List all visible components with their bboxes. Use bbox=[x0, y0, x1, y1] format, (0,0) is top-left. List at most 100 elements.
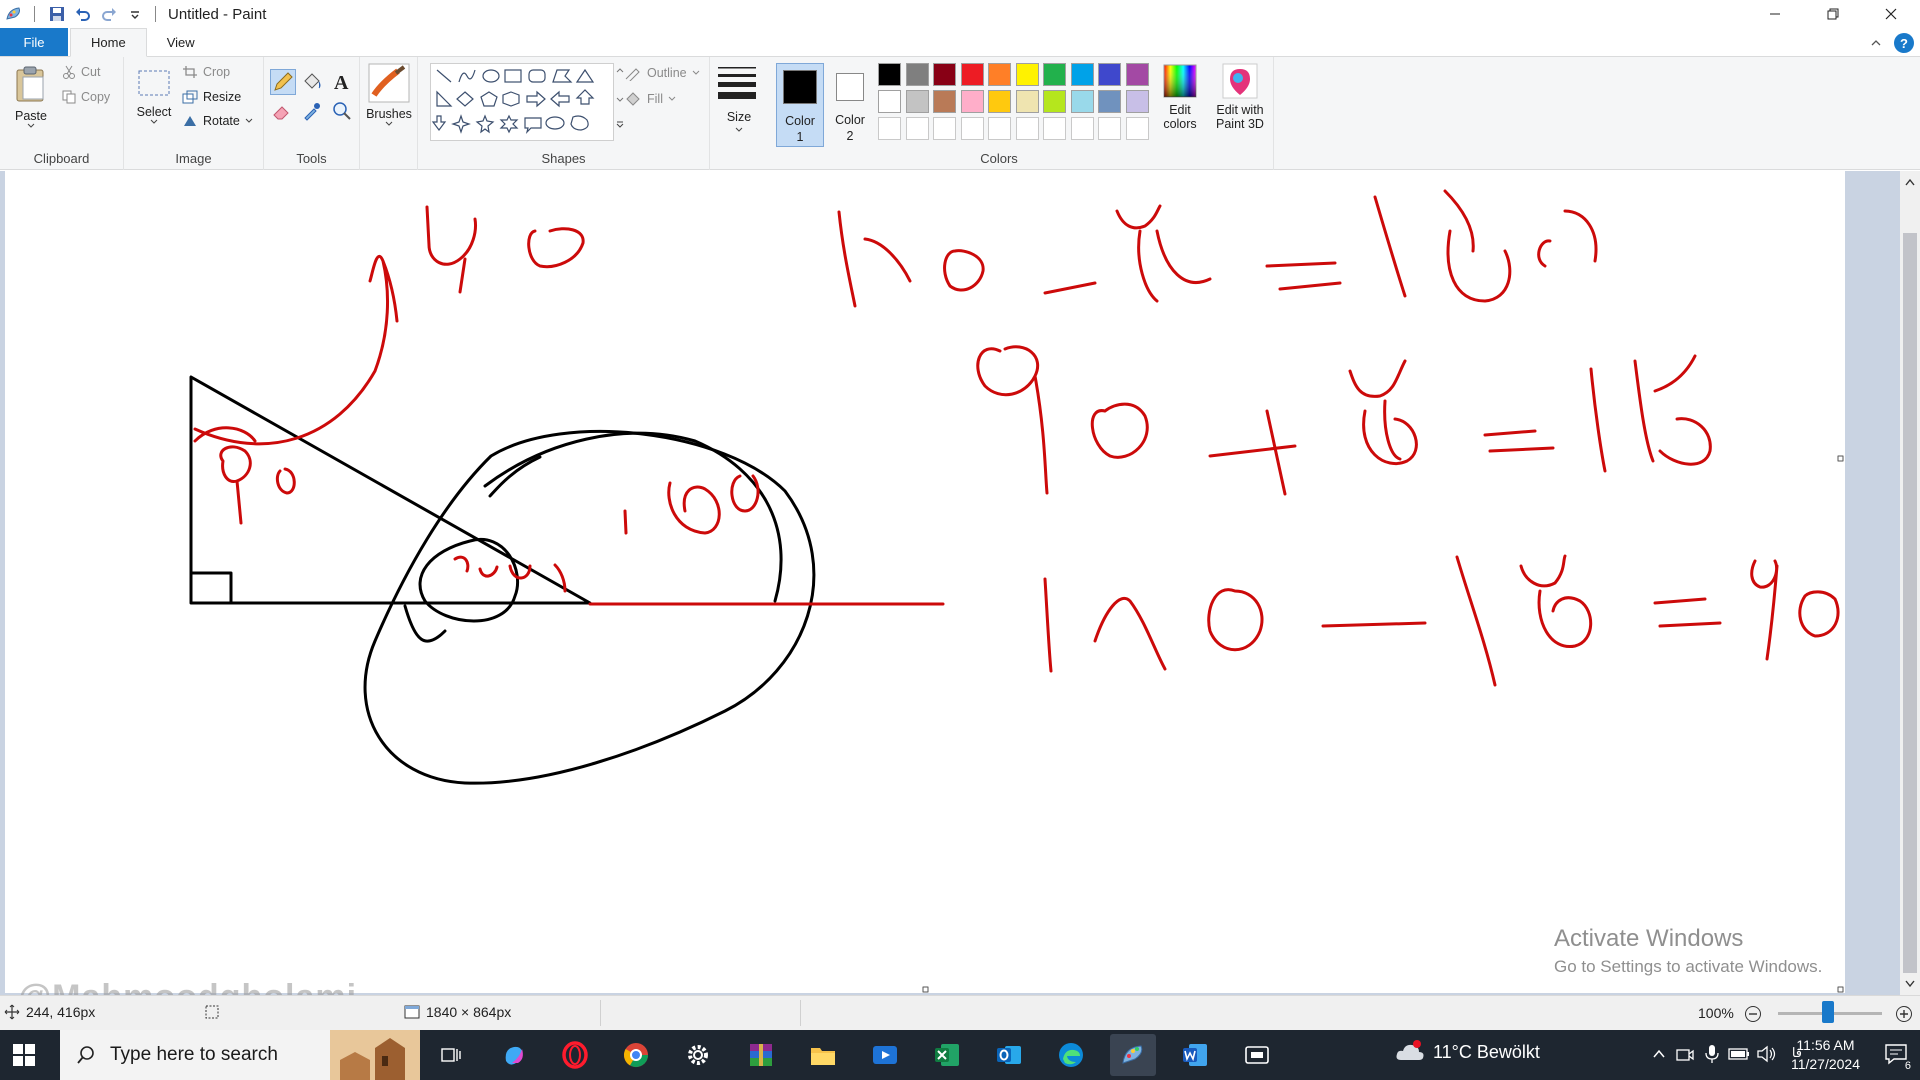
palette-swatch[interactable] bbox=[960, 90, 984, 113]
palette-swatch[interactable] bbox=[1125, 90, 1149, 113]
tab-file[interactable]: File bbox=[0, 28, 68, 56]
palette-swatch[interactable] bbox=[1043, 117, 1066, 140]
excel-icon[interactable] bbox=[930, 1038, 964, 1072]
file-explorer-icon[interactable] bbox=[806, 1038, 840, 1072]
outline-dropdown-icon[interactable] bbox=[692, 70, 700, 76]
paste-dropdown-icon[interactable] bbox=[27, 123, 35, 129]
palette-swatch[interactable] bbox=[960, 117, 984, 140]
undo-icon[interactable] bbox=[73, 4, 93, 24]
tab-home[interactable]: Home bbox=[70, 28, 147, 57]
drawing-canvas[interactable] bbox=[5, 171, 1845, 993]
copy-button[interactable]: Copy bbox=[62, 90, 110, 104]
notification-center-button[interactable]: 6 bbox=[1884, 1042, 1912, 1072]
tab-view[interactable]: View bbox=[147, 28, 215, 56]
palette-swatch[interactable] bbox=[1070, 63, 1094, 86]
eraser-tool[interactable] bbox=[270, 99, 296, 125]
size-dropdown-icon[interactable] bbox=[735, 127, 743, 133]
show-hidden-icons-chevron[interactable] bbox=[1652, 1048, 1666, 1060]
palette-swatch[interactable] bbox=[1043, 63, 1066, 86]
palette-swatch[interactable] bbox=[905, 63, 929, 86]
help-icon[interactable]: ? bbox=[1894, 33, 1914, 53]
zoom-in-icon[interactable] bbox=[1895, 1005, 1913, 1023]
palette-swatch[interactable] bbox=[960, 63, 984, 86]
redo-icon[interactable] bbox=[99, 4, 119, 24]
palette-swatch[interactable] bbox=[1098, 117, 1121, 140]
cut-button[interactable]: Cut bbox=[62, 65, 100, 79]
palette-swatch[interactable] bbox=[878, 117, 901, 140]
color-picker-tool[interactable] bbox=[300, 99, 326, 125]
chrome-icon[interactable] bbox=[619, 1038, 653, 1072]
shapes-gallery[interactable] bbox=[430, 63, 614, 141]
palette-swatch[interactable] bbox=[988, 90, 1011, 113]
palette-swatch[interactable] bbox=[878, 90, 901, 113]
palette-swatch[interactable] bbox=[905, 90, 929, 113]
collapse-ribbon-icon[interactable] bbox=[1870, 37, 1882, 49]
select-dropdown-icon[interactable] bbox=[150, 119, 158, 125]
palette-swatch[interactable] bbox=[933, 90, 956, 113]
media-player-icon[interactable] bbox=[868, 1038, 902, 1072]
battery-icon[interactable] bbox=[1728, 1047, 1750, 1061]
shapes-scroll-down-icon[interactable] bbox=[616, 97, 624, 103]
edit-colors-button[interactable]: Edit colors bbox=[1154, 63, 1206, 131]
palette-swatch[interactable] bbox=[1043, 90, 1066, 113]
color1-button[interactable]: Color 1 bbox=[776, 63, 824, 147]
palette-swatch[interactable] bbox=[1015, 90, 1039, 113]
restore-button[interactable] bbox=[1804, 0, 1862, 28]
crop-button[interactable]: Crop bbox=[182, 65, 230, 79]
palette-swatch[interactable] bbox=[1125, 117, 1149, 140]
customize-qat-icon[interactable] bbox=[125, 4, 145, 24]
close-button[interactable] bbox=[1862, 0, 1920, 28]
settings-gear-icon[interactable] bbox=[681, 1038, 715, 1072]
palette-swatch[interactable] bbox=[933, 117, 956, 140]
task-view-icon[interactable] bbox=[434, 1038, 468, 1072]
fill-dropdown-icon[interactable] bbox=[668, 96, 676, 102]
palette-swatch[interactable] bbox=[878, 63, 901, 86]
pencil-tool[interactable] bbox=[270, 69, 296, 95]
vertical-scrollbar[interactable] bbox=[1900, 171, 1920, 995]
meet-now-icon[interactable] bbox=[1676, 1046, 1694, 1064]
minimize-button[interactable] bbox=[1746, 0, 1804, 28]
select-button[interactable]: Select bbox=[132, 69, 176, 125]
copilot-icon[interactable] bbox=[497, 1038, 531, 1072]
volume-icon[interactable] bbox=[1756, 1045, 1776, 1063]
opera-icon[interactable] bbox=[558, 1038, 592, 1072]
paint-taskbar-icon[interactable] bbox=[1110, 1034, 1156, 1076]
palette-swatch[interactable] bbox=[1125, 63, 1149, 86]
palette-swatch[interactable] bbox=[905, 117, 929, 140]
shapes-scroll-up-icon[interactable] bbox=[616, 67, 624, 73]
palette-swatch[interactable] bbox=[1070, 90, 1094, 113]
palette-swatch[interactable] bbox=[1070, 117, 1094, 140]
size-button[interactable]: Size bbox=[714, 63, 764, 143]
save-icon[interactable] bbox=[47, 4, 67, 24]
word-icon[interactable] bbox=[1178, 1038, 1212, 1072]
taskbar-search-box[interactable]: Type here to search bbox=[60, 1030, 420, 1080]
palette-swatch[interactable] bbox=[988, 117, 1011, 140]
palette-swatch[interactable] bbox=[1098, 63, 1121, 86]
zoom-out-icon[interactable] bbox=[1744, 1005, 1762, 1023]
outlook-icon[interactable] bbox=[992, 1038, 1026, 1072]
paint-app-icon[interactable] bbox=[4, 4, 24, 24]
fill-button[interactable]: Fill bbox=[624, 91, 676, 107]
taskbar-clock[interactable]: 11:56 AM 11/27/2024 bbox=[1791, 1036, 1860, 1074]
rotate-dropdown-icon[interactable] bbox=[245, 118, 253, 124]
zoom-slider-thumb[interactable] bbox=[1822, 1001, 1834, 1023]
palette-swatch[interactable] bbox=[1098, 90, 1121, 113]
app-window-icon[interactable] bbox=[1240, 1038, 1274, 1072]
shapes-expand-icon[interactable] bbox=[616, 121, 624, 129]
winrar-icon[interactable] bbox=[744, 1038, 778, 1072]
paste-button[interactable]: Paste bbox=[8, 65, 54, 129]
brushes-dropdown-icon[interactable] bbox=[385, 121, 393, 127]
text-tool[interactable]: A bbox=[330, 69, 356, 95]
weather-widget[interactable]: 11°C Bewölkt bbox=[1395, 1040, 1540, 1064]
magnifier-tool[interactable] bbox=[330, 99, 356, 125]
scroll-down-icon[interactable] bbox=[1904, 979, 1916, 989]
edge-icon[interactable] bbox=[1054, 1038, 1088, 1072]
resize-button[interactable]: Resize bbox=[182, 90, 241, 104]
palette-swatch[interactable] bbox=[1015, 63, 1039, 86]
scroll-up-icon[interactable] bbox=[1904, 177, 1916, 187]
palette-swatch[interactable] bbox=[1015, 117, 1039, 140]
brushes-button[interactable]: Brushes bbox=[366, 63, 412, 127]
outline-button[interactable]: Outline bbox=[624, 65, 700, 81]
palette-swatch[interactable] bbox=[988, 63, 1011, 86]
color2-button[interactable]: Color 2 bbox=[826, 63, 874, 147]
